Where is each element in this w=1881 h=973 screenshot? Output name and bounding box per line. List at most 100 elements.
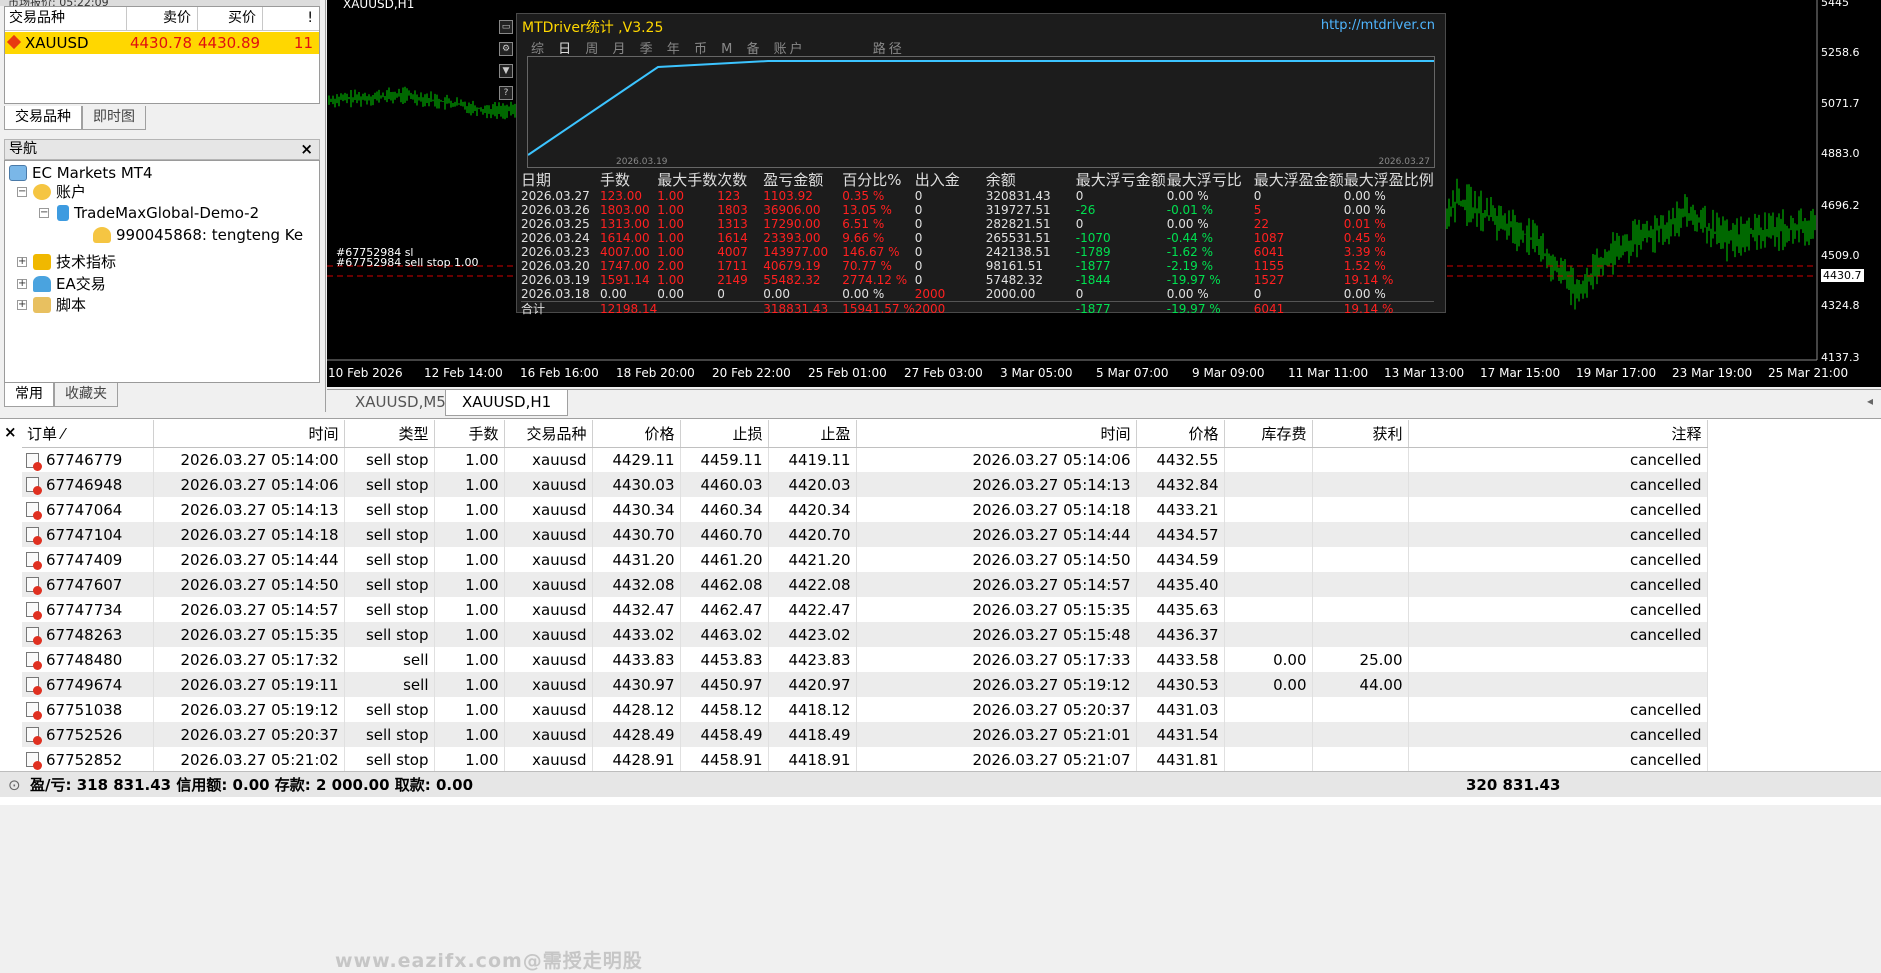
stats-cell: 5	[1253, 203, 1262, 217]
orders-header-cell[interactable]: 订单 ⁄	[22, 420, 154, 448]
help-icon[interactable]: ?	[499, 86, 513, 100]
stats-row: 2026.03.26 1803.00 1.00 1803 36906.00 13.05 %…	[521, 203, 1434, 217]
tab-favorites[interactable]: 收藏夹	[54, 383, 118, 407]
order-cell: sell stop	[344, 622, 435, 647]
table-row[interactable]: 67748480 2026.03.27 05:17:32 sell 1.00 xauus…	[22, 647, 1708, 672]
collapse-icon[interactable]: −	[17, 187, 27, 197]
orders-header-cell[interactable]: 获利	[1312, 420, 1409, 448]
price-tick-label: 4883.0	[1821, 147, 1860, 160]
balance-curve: 2026.03.19 2026.03.27	[527, 56, 1435, 168]
orders-header-cell[interactable]: 交易品种	[504, 420, 593, 448]
time-tick-label: 16 Feb 16:00	[520, 366, 599, 380]
symbol-row-xauusd[interactable]: XAUUSD 4430.78 4430.89 11	[5, 32, 319, 54]
orders-header-cell[interactable]: 手数	[434, 420, 505, 448]
table-row[interactable]: 67747734 2026.03.27 05:14:57 sell stop 1.00…	[22, 597, 1708, 622]
table-row[interactable]: 67746948 2026.03.27 05:14:06 sell stop 1.00…	[22, 472, 1708, 497]
order-cell: 2026.03.27 05:19:12	[856, 672, 1137, 697]
col-spread[interactable]: !	[263, 7, 319, 30]
orders-header-cell[interactable]: 类型	[344, 420, 435, 448]
col-bid[interactable]: 卖价	[127, 7, 198, 30]
order-cell	[1312, 597, 1409, 622]
menu-month[interactable]: 月	[612, 42, 628, 57]
time-tick-label: 3 Mar 05:00	[1000, 366, 1073, 380]
settings-icon[interactable]: ⚙	[499, 42, 513, 56]
stats-row: 2026.03.25 1313.00 1.00 1313 17290.00 6.51 % 0…	[521, 217, 1434, 231]
stats-cell: 2026.03.20	[521, 259, 590, 273]
hat-icon	[33, 276, 51, 292]
close-icon[interactable]: ×	[4, 423, 17, 441]
expand-icon[interactable]: +	[17, 257, 27, 267]
orders-header-cell[interactable]: 价格	[1136, 420, 1225, 448]
menu-quarter[interactable]: 季	[640, 42, 656, 57]
table-row[interactable]: 67746779 2026.03.27 05:14:00 sell stop 1.00…	[22, 447, 1708, 472]
menu-account[interactable]: 账户	[774, 42, 806, 57]
order-cell: 4428.49	[592, 722, 681, 747]
orders-header-row: 订单 ⁄ 时间 类型 手数 交易品种 价格 止损 止盈 时间 价格 库存费 获利 注释	[22, 420, 1708, 448]
mtdriver-url[interactable]: http://mtdriver.cn	[1321, 18, 1435, 33]
menu-year[interactable]: 年	[667, 42, 683, 57]
menu-currency[interactable]: 币	[694, 42, 710, 57]
time-tick-label: 25 Mar 21:00	[1768, 366, 1849, 380]
col-ask[interactable]: 买价	[198, 7, 263, 30]
tab-common[interactable]: 常用	[4, 383, 54, 407]
tab-xauusd-m5[interactable]: XAUUSD,M5	[339, 390, 462, 416]
order-cell: 4433.02	[592, 622, 681, 647]
expand-icon[interactable]: +	[17, 279, 27, 289]
table-row[interactable]: 67747064 2026.03.27 05:14:13 sell stop 1.00…	[22, 497, 1708, 522]
expand-icon[interactable]: +	[17, 300, 27, 310]
order-cell	[1224, 697, 1313, 722]
table-row[interactable]: 67747104 2026.03.27 05:14:18 sell stop 1.00…	[22, 522, 1708, 547]
order-cell: 2026.03.27 05:21:02	[153, 747, 345, 772]
down-icon[interactable]: ▼	[499, 64, 513, 78]
stats-cell: 17290.00	[763, 217, 821, 231]
orders-header-cell[interactable]: 止损	[680, 420, 769, 448]
time-tick-label: 13 Mar 13:00	[1384, 366, 1465, 380]
stats-cell: 1.00	[657, 245, 684, 259]
tree-accounts[interactable]: 账户	[33, 182, 86, 202]
minimize-icon[interactable]: ▭	[499, 20, 513, 34]
table-row[interactable]: 67747409 2026.03.27 05:14:44 sell stop 1.00…	[22, 547, 1708, 572]
tab-symbols[interactable]: 交易品种	[4, 106, 82, 130]
orders-header-cell[interactable]: 时间	[856, 420, 1137, 448]
tree-broker[interactable]: EC Markets MT4	[9, 163, 153, 183]
orders-header-cell[interactable]: 止盈	[768, 420, 857, 448]
table-row[interactable]: 67747607 2026.03.27 05:14:50 sell stop 1.00…	[22, 572, 1708, 597]
orders-header-cell[interactable]: 库存费	[1224, 420, 1313, 448]
tab-tick-chart[interactable]: 即时图	[82, 106, 146, 130]
menu-day[interactable]: 日	[558, 42, 574, 57]
order-cell: cancelled	[1408, 572, 1708, 597]
orders-header-cell[interactable]: 价格	[592, 420, 681, 448]
table-row[interactable]: 67748263 2026.03.27 05:15:35 sell stop 1.00…	[22, 622, 1708, 647]
order-cell: 67747409	[22, 547, 154, 572]
table-row[interactable]: 67752526 2026.03.27 05:20:37 sell stop 1.00…	[22, 722, 1708, 747]
col-symbol[interactable]: 交易品种	[5, 7, 127, 30]
menu-path[interactable]: 路径	[873, 42, 905, 57]
table-row[interactable]: 67751038 2026.03.27 05:19:12 sell stop 1.00…	[22, 697, 1708, 722]
order-cell: 2026.03.27 05:19:11	[153, 672, 345, 697]
table-row[interactable]: 67752852 2026.03.27 05:21:02 sell stop 1.00…	[22, 747, 1708, 772]
stats-cell: -1844	[1075, 273, 1111, 287]
menu-m[interactable]: M	[721, 42, 735, 57]
tree-server[interactable]: TradeMaxGlobal-Demo-2	[57, 203, 259, 223]
menu-note[interactable]: 备	[746, 42, 762, 57]
tab-scroll-icon[interactable]: ◂	[1867, 394, 1873, 408]
order-cell: sell	[344, 672, 435, 697]
orders-header-cell[interactable]: 注释	[1408, 420, 1708, 448]
order-cell: 4428.12	[592, 697, 681, 722]
orders-header-cell[interactable]: 时间	[153, 420, 345, 448]
tab-xauusd-h1[interactable]: XAUUSD,H1	[445, 390, 569, 416]
order-cell: 4430.70	[592, 522, 681, 547]
collapse-icon[interactable]: −	[39, 208, 49, 218]
tree-ea[interactable]: EA交易	[33, 274, 106, 294]
table-row[interactable]: 67749674 2026.03.27 05:19:11 sell 1.00 xauus…	[22, 672, 1708, 697]
tree-indicators[interactable]: 技术指标	[33, 252, 116, 272]
menu-summary[interactable]: 综	[531, 42, 547, 57]
order-cell: 67746779	[22, 447, 154, 472]
close-icon[interactable]: ×	[300, 140, 313, 159]
order-history-icon	[26, 452, 42, 471]
menu-week[interactable]: 周	[585, 42, 601, 57]
stats-cell: 320831.43	[985, 189, 1051, 203]
tree-account[interactable]: 990045868: tengteng Ke	[93, 225, 303, 245]
order-cell: 2026.03.27 05:14:13	[153, 497, 345, 522]
tree-scripts[interactable]: 脚本	[33, 295, 86, 315]
